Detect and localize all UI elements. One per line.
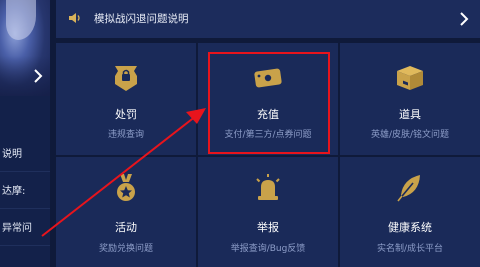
notice-title: 模拟战闪退问题说明 [94,13,189,25]
penalty-banner-icon [115,66,137,91]
category-report[interactable]: 举报 举报查询/Bug反馈 [198,157,338,267]
category-label: 道具 [399,108,421,121]
category-subtitle: 英雄/皮肤/铭文问题 [370,130,450,140]
category-health[interactable]: 健康系统 实名制/成长平台 [340,157,480,267]
category-items[interactable]: 道具 英雄/皮肤/铭文问题 [340,43,480,155]
category-subtitle: 实名制/成长平台 [376,244,444,254]
medal-icon [117,174,135,201]
left-list-item[interactable]: 异常问 [0,212,50,246]
category-label: 活动 [115,221,137,234]
category-label: 处罚 [115,108,137,121]
box-icon [397,66,423,90]
chevron-right-icon[interactable] [458,11,470,27]
left-list-item[interactable]: 达摩: [0,175,50,209]
category-subtitle: 举报查询/Bug反馈 [230,244,306,254]
left-panel: 说明 达摩: 异常问 [0,0,50,267]
category-subtitle: 奖励兑换问题 [98,244,153,254]
highlight-box [208,52,330,154]
category-label: 健康系统 [388,221,432,234]
left-list-item[interactable]: 说明 [0,138,50,172]
hero-banner-image[interactable] [0,0,50,96]
chevron-right-icon[interactable] [31,68,45,84]
hero-hair-shape [6,0,36,40]
feather-icon [397,175,420,202]
speaker-icon [69,13,80,23]
category-label: 举报 [257,221,279,234]
category-penalty[interactable]: 处罚 违规查询 [56,43,196,155]
notice-bar[interactable]: 模拟战闪退问题说明 [56,0,480,38]
category-events[interactable]: 活动 奖励兑换问题 [56,157,196,267]
alarm-icon [256,174,280,200]
category-subtitle: 违规查询 [107,130,144,140]
